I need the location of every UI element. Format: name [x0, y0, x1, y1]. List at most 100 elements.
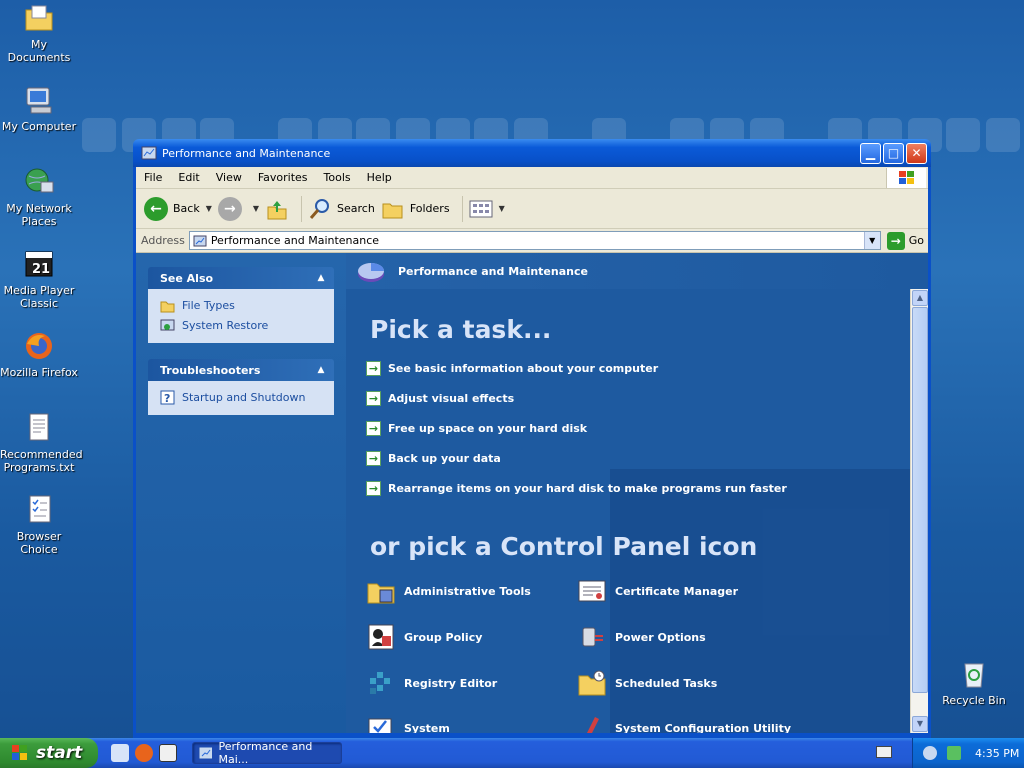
task-link[interactable]: → Free up space on your hard disk	[366, 420, 587, 436]
start-label: start	[36, 743, 83, 763]
maximize-button[interactable]: □	[883, 142, 904, 164]
window-titlebar[interactable]: Performance and Maintenance ▁ □ ✕	[133, 139, 931, 167]
panel-title: See Also	[160, 271, 214, 285]
task-link[interactable]: → Back up your data	[366, 450, 501, 466]
task-pane: See Also ▲ File Types System Restore Tro…	[136, 253, 346, 733]
menu-view[interactable]: View	[208, 171, 250, 184]
cp-system-configuration-utility[interactable]: System Configuration Utility	[577, 713, 791, 733]
quick-launch	[108, 744, 180, 762]
desktop-icon-my-computer[interactable]: My Computer	[0, 84, 78, 133]
cp-group-policy[interactable]: Group Policy	[366, 622, 482, 652]
performance-icon	[199, 747, 213, 759]
svg-text:21: 21	[32, 262, 50, 277]
cp-label: Certificate Manager	[615, 584, 739, 598]
views-button[interactable]: ▼	[469, 199, 505, 219]
vertical-scrollbar[interactable]: ▲ ▼	[910, 289, 928, 733]
safely-remove-icon[interactable]	[947, 746, 961, 760]
cp-scheduled-tasks[interactable]: Scheduled Tasks	[577, 668, 717, 698]
keyboard-layout-icon[interactable]	[876, 746, 892, 758]
back-label: Back	[173, 202, 200, 215]
scheduled-tasks-icon	[578, 670, 606, 696]
pick-task-heading: Pick a task...	[370, 315, 552, 344]
collapse-chevron-icon[interactable]: ▲	[314, 271, 328, 285]
menu-favorites[interactable]: Favorites	[250, 171, 316, 184]
windows-logo-icon	[886, 168, 926, 188]
see-also-header[interactable]: See Also ▲	[148, 267, 334, 289]
network-globe-icon	[23, 166, 55, 198]
power-options-icon	[582, 627, 603, 647]
desktop-icon-media-player-classic[interactable]: 21 Media Player Classic	[0, 248, 78, 310]
chevron-down-icon: ▼	[498, 204, 505, 213]
go-button[interactable]: → Go	[886, 231, 924, 250]
menu-file[interactable]: File	[136, 171, 170, 184]
link-file-types[interactable]: File Types	[160, 295, 324, 315]
certificate-icon	[578, 580, 606, 602]
troubleshooters-header[interactable]: Troubleshooters ▲	[148, 359, 334, 381]
desktop-icon-browser-choice[interactable]: Browser Choice	[0, 494, 78, 556]
search-icon	[309, 198, 330, 219]
panel-title: Troubleshooters	[160, 363, 261, 377]
system-icon	[368, 718, 392, 733]
link-startup-and-shutdown[interactable]: ? Startup and Shutdown	[160, 387, 324, 407]
link-label: Startup and Shutdown	[182, 390, 306, 404]
performance-icon	[141, 145, 157, 161]
forward-arrow-icon: →	[217, 196, 242, 221]
scroll-thumb[interactable]	[912, 307, 928, 693]
cp-administrative-tools[interactable]: Administrative Tools	[366, 576, 531, 606]
taskbar-item-performance[interactable]: Performance and Mai...	[192, 740, 342, 766]
arrow-right-icon: →	[366, 450, 381, 466]
search-label: Search	[337, 202, 375, 215]
arrow-right-icon: →	[366, 480, 381, 496]
menu-tools[interactable]: Tools	[316, 171, 359, 184]
search-button[interactable]: Search	[308, 197, 375, 221]
performance-icon	[193, 235, 207, 246]
media-player-icon[interactable]	[159, 744, 177, 762]
cp-system[interactable]: System	[366, 713, 450, 733]
address-field[interactable]: Performance and Maintenance ▼	[188, 231, 881, 250]
menu-help[interactable]: Help	[359, 171, 400, 184]
go-arrow-icon: →	[886, 231, 905, 250]
desktop-icon-recommended-programs[interactable]: Recommended Programs.txt	[0, 412, 83, 474]
firefox-icon	[23, 330, 55, 362]
desktop-icon-my-network-places[interactable]: My Network Places	[0, 166, 78, 228]
back-button[interactable]: ← Back ▼	[144, 196, 212, 221]
firefox-icon[interactable]	[135, 744, 153, 762]
task-link[interactable]: → Rearrange items on your hard disk to ma…	[366, 480, 787, 496]
recycle-bin-icon	[958, 658, 990, 690]
scroll-up-button[interactable]: ▲	[912, 290, 928, 306]
start-button[interactable]: start	[0, 738, 98, 768]
task-link[interactable]: → Adjust visual effects	[366, 390, 514, 406]
cp-certificate-manager[interactable]: Certificate Manager	[577, 576, 738, 606]
desktop-icon-my-documents[interactable]: My Documents	[0, 2, 78, 64]
collapse-chevron-icon[interactable]: ▲	[314, 363, 328, 377]
checklist-icon	[23, 494, 55, 526]
forward-button[interactable]: → ▼	[217, 196, 259, 221]
folders-button[interactable]: Folders	[381, 197, 450, 221]
link-system-restore[interactable]: System Restore	[160, 315, 324, 335]
desktop-icon-mozilla-firefox[interactable]: Mozilla Firefox	[0, 330, 78, 379]
close-button[interactable]: ✕	[906, 142, 927, 164]
taskbar-item-label: Performance and Mai...	[218, 740, 313, 766]
back-arrow-icon: ←	[144, 196, 168, 221]
category-header: Performance and Maintenance	[346, 253, 928, 289]
show-desktop-icon[interactable]	[111, 744, 129, 762]
desktop-icon-recycle-bin[interactable]: Recycle Bin	[935, 658, 1013, 707]
up-button[interactable]	[265, 197, 289, 221]
address-bar: Address Performance and Maintenance ▼ → …	[136, 229, 928, 253]
go-label: Go	[908, 234, 924, 247]
clock[interactable]: 4:35 PM	[975, 747, 1019, 760]
cp-registry-editor[interactable]: Registry Editor	[366, 668, 497, 698]
address-dropdown-button[interactable]: ▼	[863, 232, 880, 249]
volume-icon[interactable]	[923, 746, 937, 760]
group-policy-icon	[368, 624, 394, 650]
desktop-icon-label: My Computer	[1, 120, 77, 133]
minimize-button[interactable]: ▁	[860, 142, 881, 164]
task-link[interactable]: → See basic information about your comput…	[366, 360, 658, 376]
cp-power-options[interactable]: Power Options	[577, 622, 706, 652]
link-label: File Types	[182, 298, 235, 312]
pick-icon-heading: or pick a Control Panel icon	[370, 532, 758, 561]
scroll-down-button[interactable]: ▼	[912, 716, 928, 732]
system-tray: 4:35 PM	[912, 738, 1024, 768]
desktop-icon-label: My Network Places	[6, 202, 72, 228]
menu-edit[interactable]: Edit	[170, 171, 207, 184]
